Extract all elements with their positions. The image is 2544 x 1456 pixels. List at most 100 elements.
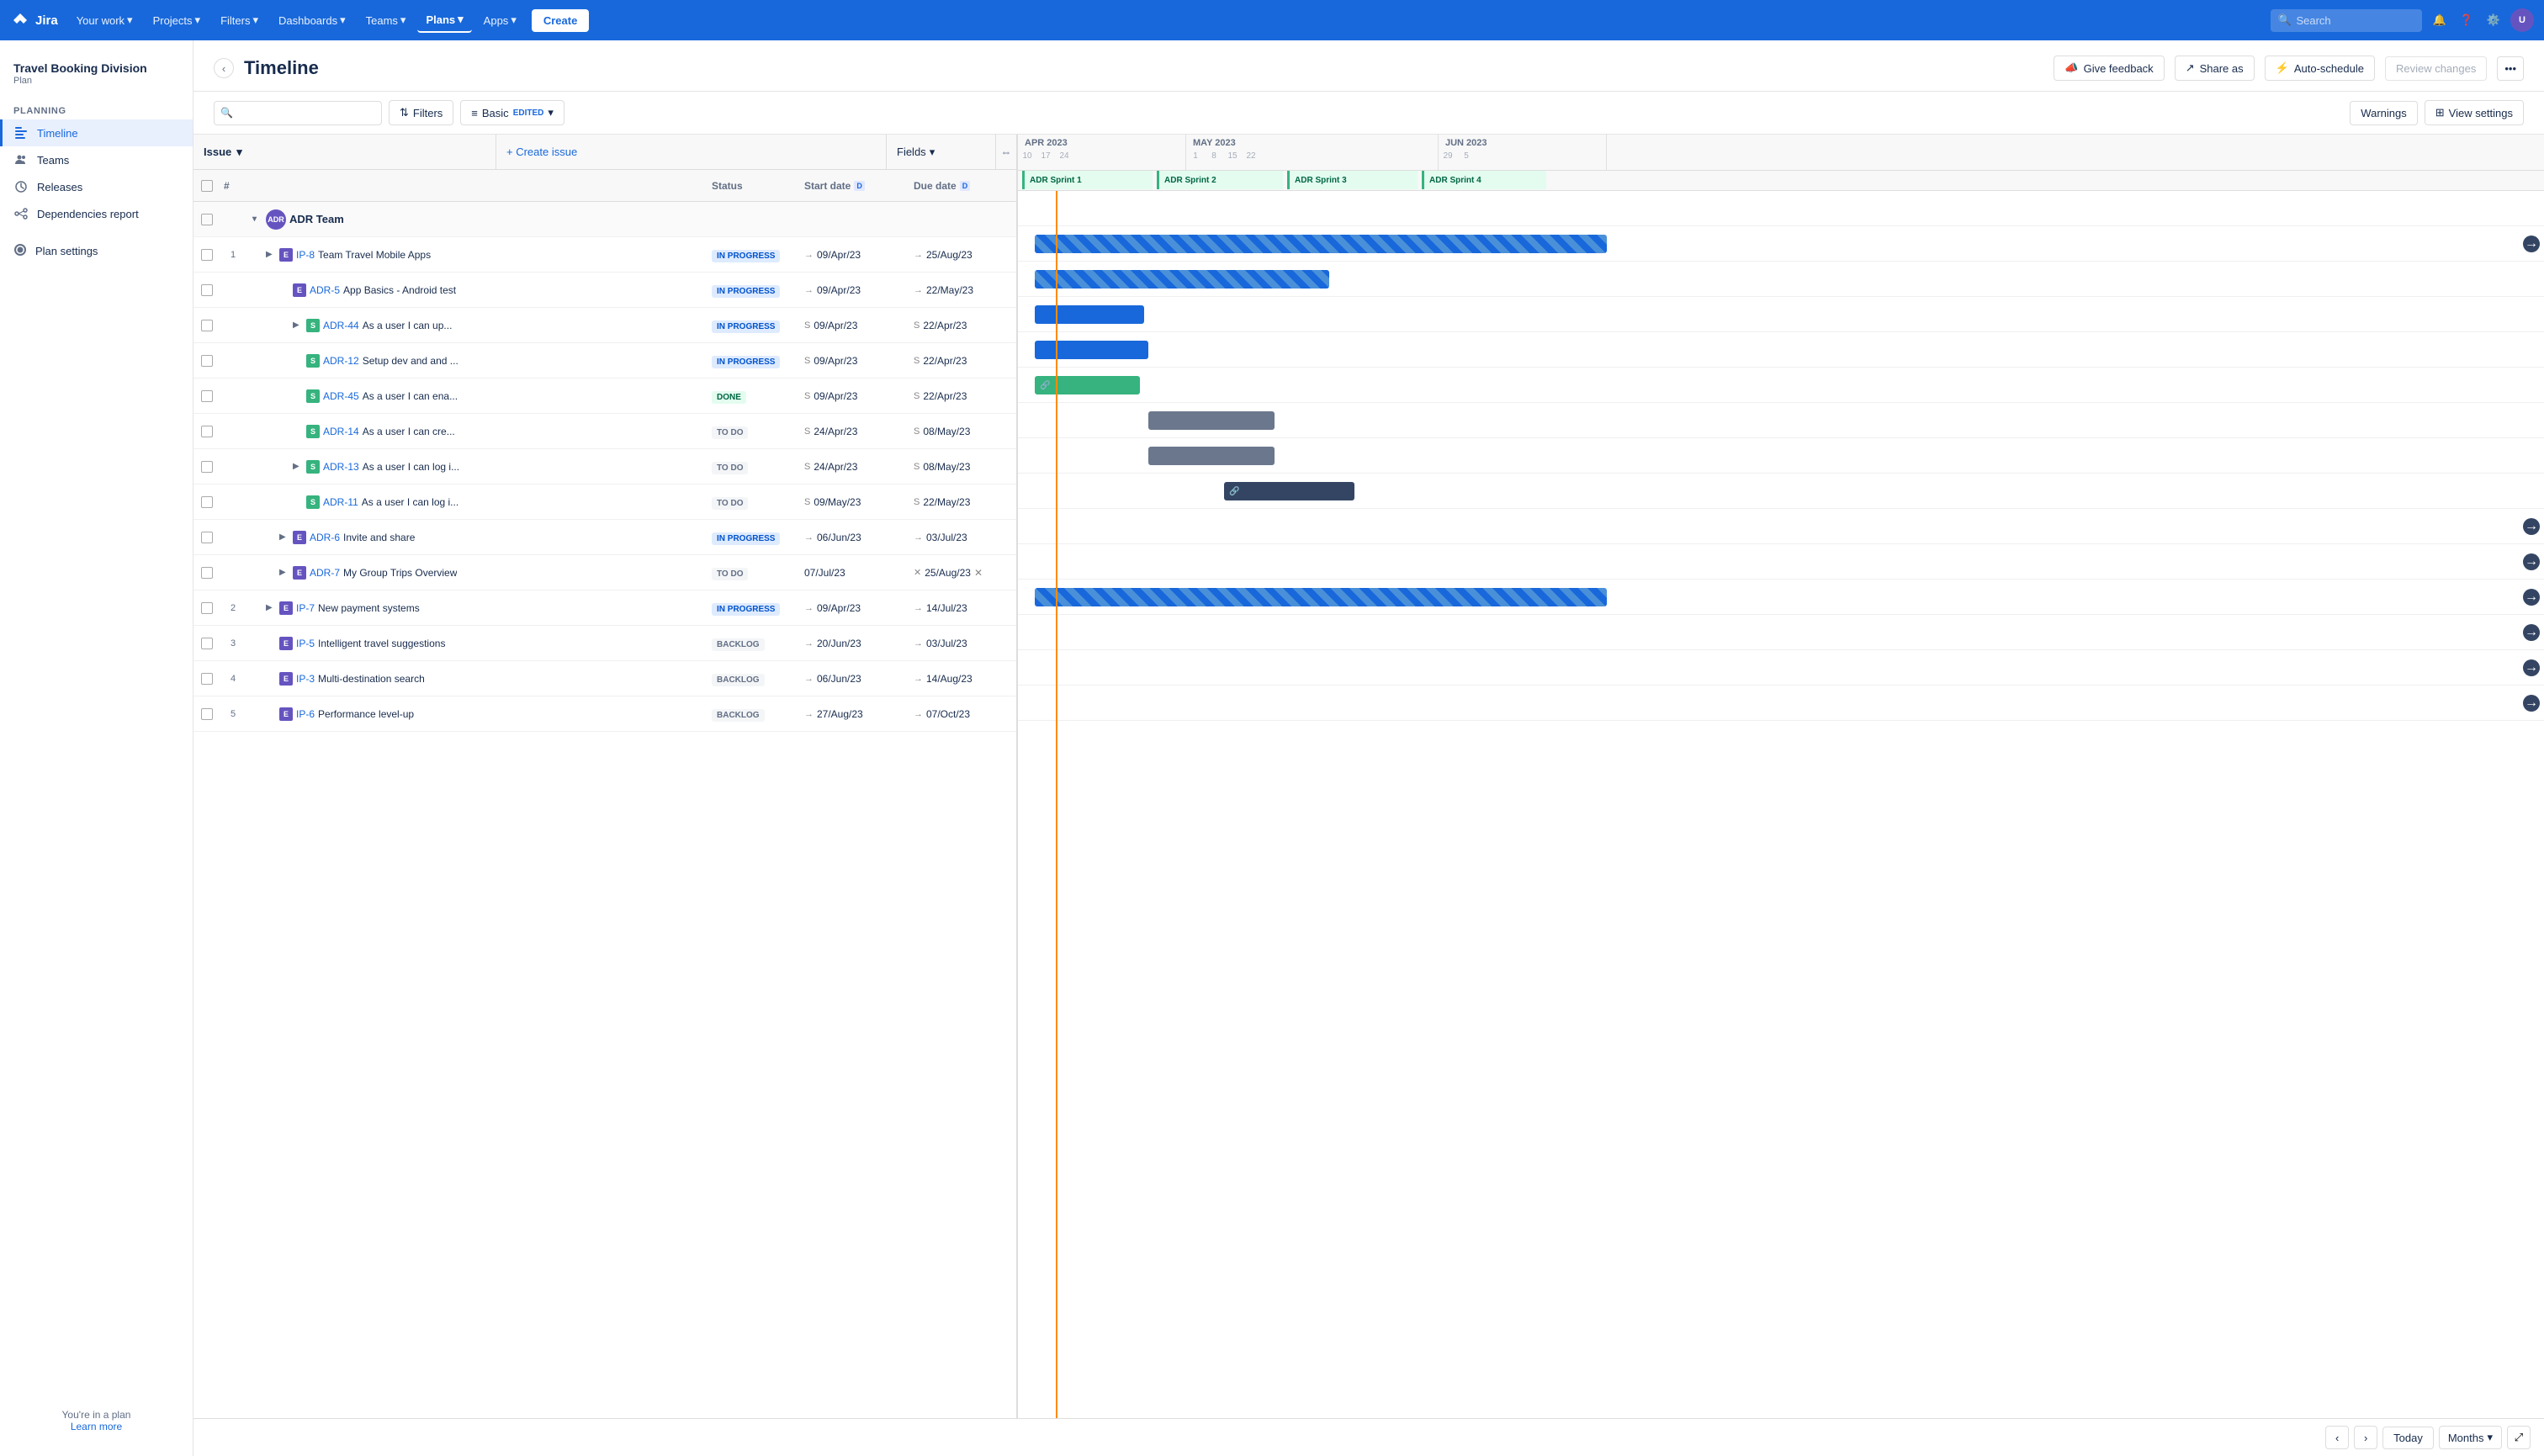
issue-key[interactable]: ADR-5 xyxy=(310,284,340,296)
expand-icon[interactable]: ▶ xyxy=(279,532,289,542)
row-checkbox[interactable] xyxy=(201,708,213,720)
app-logo[interactable]: Jira xyxy=(10,10,58,30)
share-as-button[interactable]: ↗ Share as xyxy=(2175,56,2255,81)
expand-icon[interactable]: ▶ xyxy=(266,250,276,259)
table-row[interactable]: S ADR-45 As a user I can ena... DONE S 0… xyxy=(193,379,1016,414)
issue-key[interactable]: ADR-44 xyxy=(323,320,359,331)
notifications-icon[interactable]: 🔔 xyxy=(2429,10,2449,30)
row-checkbox[interactable] xyxy=(201,673,213,685)
issue-key[interactable]: ADR-13 xyxy=(323,461,359,473)
expand-icon[interactable]: ▶ xyxy=(293,462,303,471)
sidebar-item-releases[interactable]: Releases xyxy=(0,173,193,200)
expand-icon[interactable]: ▶ xyxy=(293,320,303,330)
collapse-sidebar-button[interactable]: ‹ xyxy=(214,58,234,78)
row-checkbox[interactable] xyxy=(201,638,213,649)
issue-key[interactable]: ADR-6 xyxy=(310,532,340,543)
nav-dashboards[interactable]: Dashboards▾ xyxy=(270,8,354,32)
expand-icon[interactable]: ▾ xyxy=(252,214,262,224)
table-row[interactable]: 3 E IP-5 Intelligent travel suggestions … xyxy=(193,626,1016,661)
help-icon[interactable]: ❓ xyxy=(2457,10,2477,30)
row-checkbox[interactable] xyxy=(201,426,213,437)
search-input[interactable] xyxy=(2271,9,2422,32)
months-select[interactable]: Months ▾ xyxy=(2439,1426,2502,1449)
auto-schedule-button[interactable]: ⚡ Auto-schedule xyxy=(2265,56,2375,81)
table-row[interactable]: S ADR-14 As a user I can cre... TO DO S … xyxy=(193,414,1016,449)
bar-adr12[interactable] xyxy=(1035,341,1148,359)
select-all-checkbox[interactable] xyxy=(201,180,213,192)
row-checkbox[interactable] xyxy=(201,390,213,402)
nav-apps[interactable]: Apps▾ xyxy=(475,8,525,32)
today-button[interactable]: Today xyxy=(2382,1427,2434,1449)
issue-key[interactable]: ADR-45 xyxy=(323,390,359,402)
nav-filters[interactable]: Filters▾ xyxy=(212,8,267,32)
basic-edited-button[interactable]: ≡ Basic EDITED ▾ xyxy=(460,100,564,125)
table-row[interactable]: 4 E IP-3 Multi-destination search BACKLO… xyxy=(193,661,1016,696)
issue-key[interactable]: IP-5 xyxy=(296,638,315,649)
issue-key[interactable]: ADR-12 xyxy=(323,355,359,367)
row-checkbox[interactable] xyxy=(201,320,213,331)
bar-adr11[interactable]: 🔗 xyxy=(1224,482,1354,500)
expand-all-button[interactable]: ⤢ xyxy=(2507,1426,2531,1449)
view-settings-button[interactable]: ⊞ View settings xyxy=(2425,100,2524,125)
bar-adr14[interactable] xyxy=(1148,411,1275,430)
issue-key[interactable]: ADR-11 xyxy=(323,496,358,508)
create-button[interactable]: Create xyxy=(532,9,589,32)
bar-adr5[interactable] xyxy=(1035,270,1329,289)
sidebar-item-dependencies[interactable]: Dependencies report xyxy=(0,200,193,227)
issue-key[interactable]: IP-6 xyxy=(296,708,315,720)
table-row[interactable]: ▶ S ADR-13 As a user I can log i... TO D… xyxy=(193,449,1016,484)
resize-handle[interactable]: ⇔ xyxy=(996,135,1016,169)
timeline-prev-button[interactable]: ‹ xyxy=(2325,1426,2349,1449)
row-checkbox[interactable] xyxy=(201,532,213,543)
bar-ip7[interactable] xyxy=(1035,588,1607,606)
give-feedback-button[interactable]: 📣 Give feedback xyxy=(2054,56,2164,81)
bar-ip8[interactable] xyxy=(1035,235,1607,253)
sidebar-item-plan-settings[interactable]: Plan settings xyxy=(0,237,193,265)
issue-key[interactable]: ADR-14 xyxy=(323,426,359,437)
nav-projects[interactable]: Projects▾ xyxy=(145,8,209,32)
row-checkbox[interactable] xyxy=(201,284,213,296)
expand-icon[interactable]: ▶ xyxy=(266,603,276,612)
table-row[interactable]: 5 E IP-6 Performance level-up BACKLOG → … xyxy=(193,696,1016,732)
bar-adr45[interactable]: 🔗 xyxy=(1035,376,1140,394)
review-changes-button[interactable]: Review changes xyxy=(2385,56,2487,81)
footer-learn-link[interactable]: Learn more xyxy=(71,1421,122,1432)
expand-icon[interactable]: ▶ xyxy=(279,568,289,577)
nav-plans[interactable]: Plans▾ xyxy=(417,8,471,33)
issue-key[interactable]: IP-7 xyxy=(296,602,315,614)
sidebar-item-timeline[interactable]: Timeline xyxy=(0,119,193,146)
toolbar-search-input[interactable] xyxy=(214,101,382,125)
sidebar-item-teams[interactable]: Teams xyxy=(0,146,193,173)
bar-adr44[interactable] xyxy=(1035,305,1144,324)
clear-due-icon[interactable]: ✕ xyxy=(974,567,983,579)
th-issue[interactable]: Issue ▾ xyxy=(193,135,496,169)
row-checkbox[interactable] xyxy=(201,567,213,579)
table-row[interactable]: ▾ ADR ADR Team xyxy=(193,202,1016,237)
settings-icon[interactable]: ⚙️ xyxy=(2483,10,2504,30)
table-row[interactable]: S ADR-11 As a user I can log i... TO DO … xyxy=(193,484,1016,520)
row-checkbox[interactable] xyxy=(201,214,213,225)
row-checkbox[interactable] xyxy=(201,602,213,614)
issue-key[interactable]: ADR-7 xyxy=(310,567,340,579)
table-row[interactable]: ▶ E ADR-7 My Group Trips Overview TO DO … xyxy=(193,555,1016,590)
table-row[interactable]: ▶ E ADR-6 Invite and share IN PROGRESS →… xyxy=(193,520,1016,555)
table-row[interactable]: ▶ S ADR-44 As a user I can up... IN PROG… xyxy=(193,308,1016,343)
issue-key[interactable]: IP-8 xyxy=(296,249,315,261)
avatar[interactable]: U xyxy=(2510,8,2534,32)
row-checkbox[interactable] xyxy=(201,249,213,261)
timeline-next-button[interactable]: › xyxy=(2354,1426,2377,1449)
row-checkbox[interactable] xyxy=(201,496,213,508)
warnings-button[interactable]: Warnings xyxy=(2350,101,2417,125)
nav-teams[interactable]: Teams▾ xyxy=(358,8,415,32)
nav-your-work[interactable]: Your work▾ xyxy=(68,8,141,32)
row-checkbox[interactable] xyxy=(201,355,213,367)
table-row[interactable]: 1 ▶ E IP-8 Team Travel Mobile Apps IN PR… xyxy=(193,237,1016,273)
issue-key[interactable]: IP-3 xyxy=(296,673,315,685)
row-checkbox[interactable] xyxy=(201,461,213,473)
more-options-button[interactable]: ••• xyxy=(2497,56,2524,81)
bar-adr13[interactable] xyxy=(1148,447,1275,465)
th-fields[interactable]: Fields ▾ xyxy=(887,135,996,169)
table-row[interactable]: S ADR-12 Setup dev and and ... IN PROGRE… xyxy=(193,343,1016,379)
table-row[interactable]: E ADR-5 App Basics - Android test IN PRO… xyxy=(193,273,1016,308)
table-row[interactable]: 2 ▶ E IP-7 New payment systems IN PROGRE… xyxy=(193,590,1016,626)
